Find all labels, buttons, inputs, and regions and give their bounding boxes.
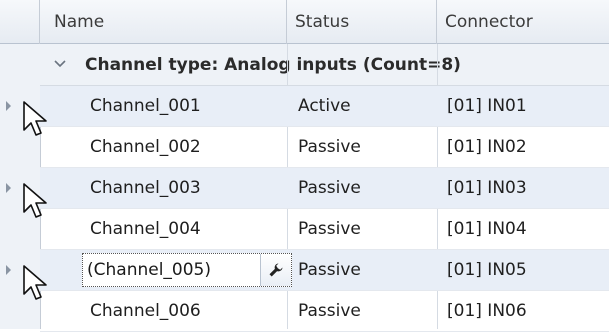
cell-status[interactable]: Passive [298, 168, 438, 208]
cell-name[interactable]: Channel_001 [90, 86, 290, 126]
table-row[interactable]: Channel_006 Passive [01] IN06 [40, 291, 609, 332]
cell-name[interactable]: Channel_002 [90, 127, 290, 167]
group-label: Channel type: Analog inputs (Count=8) [85, 55, 461, 75]
triangle-right-icon [6, 183, 11, 193]
cell-status[interactable]: Passive [298, 209, 438, 249]
wrench-icon[interactable] [260, 254, 291, 286]
cell-status[interactable]: Active [298, 86, 438, 126]
cell-name[interactable]: Channel_004 [90, 209, 290, 249]
channel-grid: Name Status Connector Channel type: Anal… [0, 0, 609, 332]
name-edit-field[interactable]: (Channel_005) [82, 253, 292, 287]
cell-status[interactable]: Passive [298, 127, 438, 167]
table-row[interactable]: (Channel_005) Passive [01] IN05 [40, 250, 609, 291]
triangle-right-icon [6, 101, 11, 111]
cell-connector[interactable]: [01] IN04 [447, 209, 597, 249]
triangle-right-icon [6, 265, 11, 275]
cell-status[interactable]: Passive [298, 250, 438, 290]
table-row[interactable]: Channel_003 Passive [01] IN03 [40, 168, 609, 209]
cell-status[interactable]: Passive [298, 291, 438, 331]
grid-header: Name Status Connector [0, 0, 609, 44]
column-header-status[interactable]: Status [287, 0, 437, 44]
mouse-cursor-icon [23, 265, 47, 300]
column-header-connector[interactable]: Connector [437, 0, 609, 44]
table-row[interactable]: Channel_002 Passive [01] IN02 [40, 127, 609, 168]
row-indicator-header [0, 0, 40, 44]
table-row[interactable]: Channel_004 Passive [01] IN04 [40, 209, 609, 250]
cell-connector[interactable]: [01] IN06 [447, 291, 597, 331]
table-row[interactable]: Channel_001 Active [01] IN01 [40, 86, 609, 127]
cell-connector[interactable]: [01] IN02 [447, 127, 597, 167]
cell-name[interactable]: Channel_006 [90, 291, 290, 331]
cell-name[interactable]: (Channel_005) [87, 254, 211, 286]
cell-connector[interactable]: [01] IN01 [447, 86, 597, 126]
mouse-cursor-icon [23, 101, 47, 136]
cell-name[interactable]: Channel_003 [90, 168, 290, 208]
mouse-cursor-icon [23, 183, 47, 218]
chevron-down-icon[interactable] [54, 44, 66, 86]
column-header-name[interactable]: Name [40, 0, 287, 44]
cell-connector[interactable]: [01] IN05 [447, 250, 597, 290]
group-row[interactable]: Channel type: Analog inputs (Count=8) [40, 44, 609, 86]
cell-connector[interactable]: [01] IN03 [447, 168, 597, 208]
